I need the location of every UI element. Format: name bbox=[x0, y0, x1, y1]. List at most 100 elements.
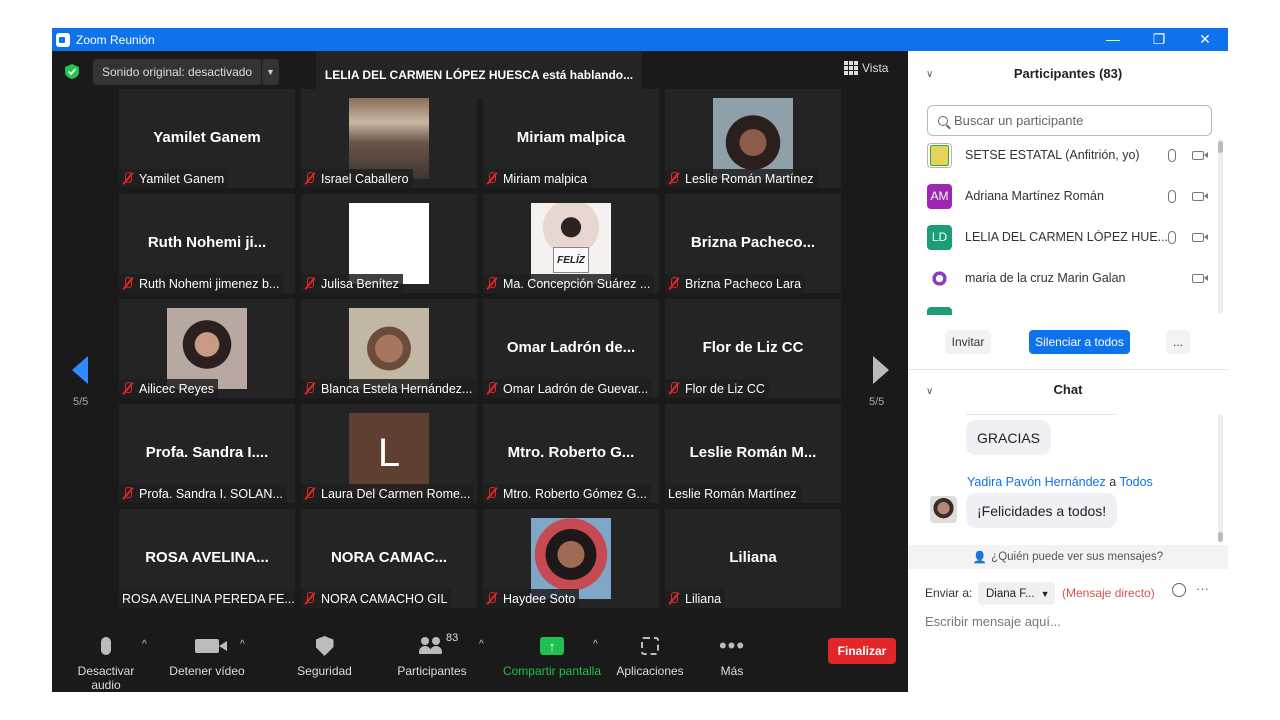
view-label: Vista bbox=[862, 61, 889, 75]
mic-muted-icon bbox=[668, 172, 680, 185]
stop-video-button[interactable]: Detener vídeo bbox=[167, 634, 247, 678]
tile-display-name: Yamilet Ganem bbox=[153, 129, 261, 146]
video-tile[interactable]: Liliana Liliana bbox=[665, 509, 841, 608]
video-tile[interactable]: Profa. Sandra I.... Profa. Sandra I. SOLA… bbox=[119, 404, 295, 503]
apps-icon bbox=[641, 637, 659, 655]
tile-caption-text: Flor de Liz CC bbox=[685, 381, 765, 396]
video-tile[interactable]: Ailicec Reyes bbox=[119, 299, 295, 398]
title-bar: Zoom Reunión — ❐ ✕ bbox=[52, 28, 1228, 51]
tile-caption-text: NORA CAMACHO GIL bbox=[321, 591, 448, 606]
video-tile[interactable]: Julisa Benítez bbox=[301, 194, 477, 293]
chat-more-icon[interactable]: ··· bbox=[1196, 581, 1209, 596]
security-button[interactable]: Seguridad bbox=[292, 634, 357, 678]
visibility-label: ¿Quién puede ver sus mensajes? bbox=[991, 551, 1164, 563]
tile-name-caption: Omar Ladrón de Guevar... bbox=[483, 379, 653, 398]
video-tile[interactable]: Ruth Nohemi ji... Ruth Nohemi jimenez b..… bbox=[119, 194, 295, 293]
more-button[interactable]: ••• Más bbox=[712, 634, 752, 679]
tile-name-caption: Mtro. Roberto Gómez G... bbox=[483, 484, 651, 503]
audio-options-caret[interactable]: ^ bbox=[142, 639, 147, 650]
mute-all-button[interactable]: Silenciar a todos bbox=[1029, 330, 1130, 354]
side-panel: ∨ Participantes (83) Buscar un participa… bbox=[908, 51, 1228, 692]
previous-page-arrow-icon[interactable] bbox=[72, 356, 88, 384]
mic-muted-icon bbox=[122, 172, 134, 185]
avatar: LD bbox=[927, 224, 952, 250]
tile-name-caption: Leslie Román Martínez bbox=[665, 484, 801, 503]
original-sound-dropdown[interactable]: ▼ bbox=[262, 59, 279, 85]
video-tile[interactable]: Omar Ladrón de... Omar Ladrón de Guevar..… bbox=[483, 299, 659, 398]
search-icon bbox=[938, 115, 948, 126]
tile-name-caption: Haydee Soto bbox=[483, 589, 580, 608]
chat-message-input[interactable]: Escribir mensaje aquí... bbox=[925, 614, 1061, 629]
video-tile[interactable]: Haydee Soto bbox=[483, 509, 659, 608]
tile-caption-text: Yamilet Ganem bbox=[139, 171, 225, 186]
tile-name-caption: NORA CAMACHO GIL bbox=[301, 589, 452, 608]
tile-display-name: ROSA AVELINA... bbox=[145, 549, 269, 566]
participants-scrollbar[interactable] bbox=[1218, 139, 1223, 314]
avatar bbox=[927, 265, 952, 291]
video-tile[interactable]: Mtro. Roberto G... Mtro. Roberto Gómez G.… bbox=[483, 404, 659, 503]
tile-display-name: Miriam malpica bbox=[516, 129, 626, 146]
participant-row[interactable]: AM Adriana Martínez Román bbox=[927, 180, 1212, 212]
participants-more-button[interactable]: ... bbox=[1166, 330, 1190, 354]
tile-name-caption: Ma. Concepción Suárez ... bbox=[483, 274, 655, 293]
video-tile[interactable]: Leslie Román Martínez bbox=[665, 89, 841, 188]
chat-sender[interactable]: Yadira Pavón Hernández bbox=[967, 475, 1106, 489]
search-placeholder: Buscar un participante bbox=[954, 113, 1084, 128]
video-tile[interactable]: Blanca Estela Hernández... bbox=[301, 299, 477, 398]
share-screen-button[interactable]: ↑ Compartir pantalla bbox=[500, 634, 604, 678]
video-tile[interactable]: Leslie Román M... Leslie Román Martínez bbox=[665, 404, 841, 503]
share-screen-label: Compartir pantalla bbox=[502, 664, 602, 678]
mic-muted-icon bbox=[486, 592, 498, 605]
participant-row[interactable]: LD LELIA DEL CARMEN LÓPEZ HUE... bbox=[927, 221, 1212, 253]
mute-audio-button[interactable]: Desactivar audio bbox=[62, 634, 150, 692]
video-camera-icon bbox=[1192, 273, 1208, 283]
message-visibility-link[interactable]: 👤 ¿Quién puede ver sus mensajes? bbox=[908, 545, 1228, 569]
encryption-shield-icon[interactable] bbox=[65, 64, 79, 79]
video-tile[interactable]: FELÍZ Ma. Concepción Suárez ... bbox=[483, 194, 659, 293]
invite-button[interactable]: Invitar bbox=[945, 330, 991, 354]
avatar bbox=[927, 307, 952, 315]
participant-video-image: FELÍZ bbox=[531, 203, 611, 284]
share-options-caret[interactable]: ^ bbox=[593, 639, 598, 650]
next-page-arrow-icon[interactable] bbox=[873, 356, 889, 384]
video-tile[interactable]: Miriam malpica Miriam malpica bbox=[483, 89, 659, 188]
emoji-icon[interactable] bbox=[1172, 583, 1186, 597]
send-to-select[interactable]: Diana F... ▼ bbox=[978, 582, 1055, 605]
chat-message-bubble: GRACIAS bbox=[966, 420, 1052, 455]
chat-scrollbar[interactable] bbox=[1218, 414, 1223, 542]
video-options-caret[interactable]: ^ bbox=[240, 639, 245, 650]
restore-button[interactable]: ❐ bbox=[1136, 28, 1182, 51]
view-button[interactable]: Vista bbox=[844, 61, 888, 75]
participant-row[interactable]: maria de la cruz Marin Galan bbox=[927, 262, 1212, 294]
meeting-toolbar: Desactivar audio ^ Detener vídeo ^ Segur… bbox=[52, 614, 908, 692]
close-button[interactable]: ✕ bbox=[1182, 28, 1228, 51]
participants-button[interactable]: 83 Participantes bbox=[392, 632, 472, 678]
participants-options-caret[interactable]: ^ bbox=[479, 639, 484, 650]
video-tile[interactable]: NORA CAMAC... NORA CAMACHO GIL bbox=[301, 509, 477, 608]
end-meeting-button[interactable]: Finalizar bbox=[828, 638, 896, 664]
send-to-label: Enviar a: bbox=[925, 586, 973, 600]
video-tile[interactable]: Flor de Liz CC Flor de Liz CC bbox=[665, 299, 841, 398]
video-tile[interactable]: Israel Caballero bbox=[301, 89, 477, 188]
video-tile[interactable]: Brizna Pacheco... Brizna Pacheco Lara bbox=[665, 194, 841, 293]
apps-button[interactable]: Aplicaciones bbox=[615, 634, 685, 678]
tile-display-name: Brizna Pacheco... bbox=[690, 234, 816, 251]
chat-recipient[interactable]: Todos bbox=[1119, 475, 1152, 489]
tile-caption-text: Leslie Román Martínez bbox=[668, 486, 797, 501]
stop-video-label: Detener vídeo bbox=[169, 664, 245, 678]
send-to-value: Diana F... bbox=[986, 587, 1035, 600]
tile-name-caption: Flor de Liz CC bbox=[665, 379, 769, 398]
video-tile[interactable]: L Laura Del Carmen Rome... bbox=[301, 404, 477, 503]
microphone-icon bbox=[1168, 189, 1176, 203]
mic-muted-icon bbox=[304, 172, 316, 185]
video-tile[interactable]: ROSA AVELINA... ROSA AVELINA PEREDA FE... bbox=[119, 509, 295, 608]
participant-name: maria de la cruz Marin Galan bbox=[965, 271, 1126, 285]
video-tile[interactable]: Yamilet Ganem Yamilet Ganem bbox=[119, 89, 295, 188]
tile-display-name: Flor de Liz CC bbox=[702, 339, 804, 356]
participant-row[interactable]: SETSE ESTATAL (Anfitrión, yo) bbox=[927, 139, 1212, 171]
participant-video-image bbox=[531, 518, 611, 599]
shield-icon bbox=[315, 636, 334, 656]
original-sound-button[interactable]: Sonido original: desactivado bbox=[93, 59, 261, 85]
participant-search-input[interactable]: Buscar un participante bbox=[927, 105, 1212, 136]
minimize-button[interactable]: — bbox=[1090, 28, 1136, 51]
